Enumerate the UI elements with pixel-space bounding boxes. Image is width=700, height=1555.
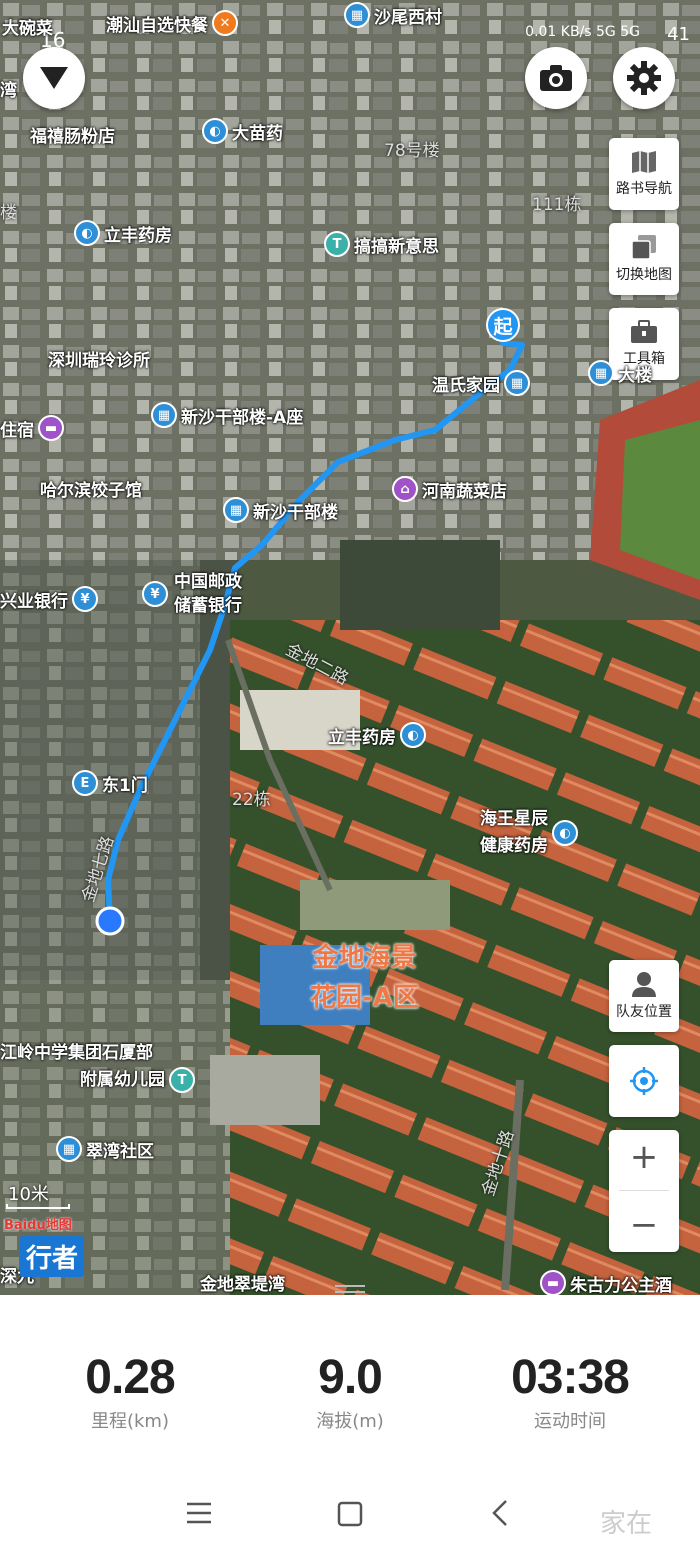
teammate-location-label: 队友位置 xyxy=(616,1004,672,1020)
current-location-dot xyxy=(95,906,125,936)
poi-label[interactable]: 兴业银行 ¥ xyxy=(0,586,102,612)
poi-label[interactable]: 温氏家园 ▦ xyxy=(432,370,534,396)
poi-label[interactable]: ▦ 大楼 xyxy=(588,360,652,386)
zoom-control: + − xyxy=(609,1130,679,1252)
poi-label[interactable]: ▦ 翠湾社区 xyxy=(56,1136,154,1162)
toolbox-icon xyxy=(631,320,657,343)
zoom-in-button[interactable]: + xyxy=(630,1137,659,1177)
baidu-logo: Baidu地图 xyxy=(4,1218,72,1233)
poi-label[interactable]: ◐ 立丰药房 xyxy=(74,220,172,246)
switch-map-label: 切换地图 xyxy=(616,267,672,283)
status-battery: 41 xyxy=(667,24,690,45)
poi-label[interactable]: 潮汕自选快餐 ✕ xyxy=(106,10,242,36)
pill-icon: ◐ xyxy=(202,118,228,144)
home-icon[interactable] xyxy=(337,1501,363,1527)
route-book-button[interactable]: 路书导航 xyxy=(609,138,679,210)
bank-icon: ¥ xyxy=(72,586,98,612)
camera-button[interactable] xyxy=(525,47,587,109)
building-label: 楼 xyxy=(0,203,17,223)
building-icon: ▦ xyxy=(344,2,370,28)
poi-label[interactable]: ⌂ 河南蔬菜店 xyxy=(392,476,507,502)
duration-label: 运动时间 xyxy=(534,1411,606,1432)
building-icon: ▦ xyxy=(151,402,177,428)
triangle-down-icon xyxy=(40,67,68,89)
building-icon: ▦ xyxy=(504,370,530,396)
system-nav-bar: 家在 xyxy=(0,1485,700,1545)
duration-value: 03:38 xyxy=(511,1351,630,1404)
building-label: 22栋 xyxy=(232,790,271,810)
collapse-button[interactable] xyxy=(23,47,85,109)
poi-label[interactable]: 福禧肠粉店 xyxy=(30,122,115,147)
map-book-icon xyxy=(632,151,656,173)
poi-label[interactable]: 海王星辰 健康药房 ◐ xyxy=(480,806,582,860)
pill-icon: ◐ xyxy=(552,820,578,846)
bank-icon: ¥ xyxy=(142,581,168,607)
poi-label[interactable]: 深圳瑞玲诊所 xyxy=(48,346,150,371)
building-icon: ▦ xyxy=(588,360,614,386)
switch-map-button[interactable]: 切换地图 xyxy=(609,223,679,295)
status-network: 0.01 KB/s 5G 5G xyxy=(525,24,640,40)
person-icon xyxy=(632,972,656,997)
building-icon: ▦ xyxy=(223,497,249,523)
poi-label[interactable]: ¥ 中国邮政 储蓄银行 xyxy=(142,570,242,618)
poi-label[interactable]: 湾 xyxy=(0,76,17,101)
zoom-out-button[interactable]: − xyxy=(630,1205,659,1245)
camera-icon xyxy=(540,65,572,91)
altitude-stat: 9.0 海拔(m) xyxy=(250,1350,450,1433)
pill-icon: ◐ xyxy=(400,722,426,748)
poi-label[interactable]: 哈尔滨饺子馆 xyxy=(40,476,142,501)
building-icon: ▦ xyxy=(56,1136,82,1162)
watermark: 家在 xyxy=(600,1509,653,1539)
poi-label[interactable]: ▬ 朱古力公主酒 xyxy=(540,1270,672,1295)
shop-icon: ⌂ xyxy=(392,476,418,502)
satellite-imagery xyxy=(0,0,700,1295)
zoom-divider xyxy=(619,1190,669,1192)
start-marker[interactable]: 起 xyxy=(486,308,520,342)
poi-label[interactable]: 住宿 ▬ xyxy=(0,415,68,441)
tree-icon: T xyxy=(169,1067,195,1093)
gate-icon: E xyxy=(72,770,98,796)
crosshair-icon xyxy=(630,1067,658,1095)
altitude-value: 9.0 xyxy=(318,1351,383,1404)
poi-label[interactable]: 大碗菜 xyxy=(2,14,53,39)
hotel-icon: ▬ xyxy=(540,1270,566,1295)
teammate-location-button[interactable]: 队友位置 xyxy=(609,960,679,1032)
brand-label: 行者 xyxy=(20,1236,85,1277)
satellite-map[interactable]: 16 0.01 KB/s 5G 5G 41 路书导航 切换地图 工具箱 队友位置… xyxy=(0,0,700,1295)
back-icon[interactable] xyxy=(490,1499,510,1527)
altitude-label: 海拔(m) xyxy=(316,1411,384,1432)
scale-label: 10米 xyxy=(8,1184,49,1205)
locate-button[interactable] xyxy=(609,1045,679,1117)
poi-label[interactable]: ◐ 大苗药 xyxy=(202,118,283,144)
settings-button[interactable] xyxy=(613,47,675,109)
gear-icon xyxy=(627,61,661,95)
duration-stat: 03:38 运动时间 xyxy=(470,1350,670,1433)
poi-label[interactable]: 立丰药房 ◐ xyxy=(328,722,430,748)
tree-icon: T xyxy=(324,231,350,257)
hotel-icon: ▬ xyxy=(38,415,64,441)
pill-icon: ◐ xyxy=(74,220,100,246)
poi-label[interactable]: ▦ 新沙干部楼-A座 xyxy=(151,402,303,428)
building-label: 111栋 xyxy=(532,195,582,215)
poi-label[interactable]: ▦ 新沙干部楼 xyxy=(223,497,338,523)
poi-label[interactable]: 江岭中学集团石厦部 附属幼儿园 T xyxy=(0,1040,199,1094)
scale-bar xyxy=(6,1204,70,1209)
poi-label[interactable]: ▦ 沙尾西村 xyxy=(344,2,442,28)
poi-label[interactable]: 金地翠堤湾 xyxy=(200,1270,285,1295)
poi-label[interactable]: T 搞搞新意思 xyxy=(324,231,439,257)
menu-icon[interactable] xyxy=(186,1501,212,1525)
restaurant-icon: ✕ xyxy=(212,10,238,36)
poi-label[interactable]: E 东1门 xyxy=(72,770,148,796)
route-book-label: 路书导航 xyxy=(616,181,672,197)
distance-stat: 0.28 里程(km) xyxy=(30,1350,230,1433)
distance-label: 里程(km) xyxy=(90,1411,169,1432)
building-label: 78号楼 xyxy=(384,141,440,161)
area-label: 金地海景 花园-A区 xyxy=(310,943,419,1013)
distance-value: 0.28 xyxy=(85,1351,175,1404)
layers-icon xyxy=(631,235,656,260)
drag-handle[interactable] xyxy=(335,1285,365,1293)
